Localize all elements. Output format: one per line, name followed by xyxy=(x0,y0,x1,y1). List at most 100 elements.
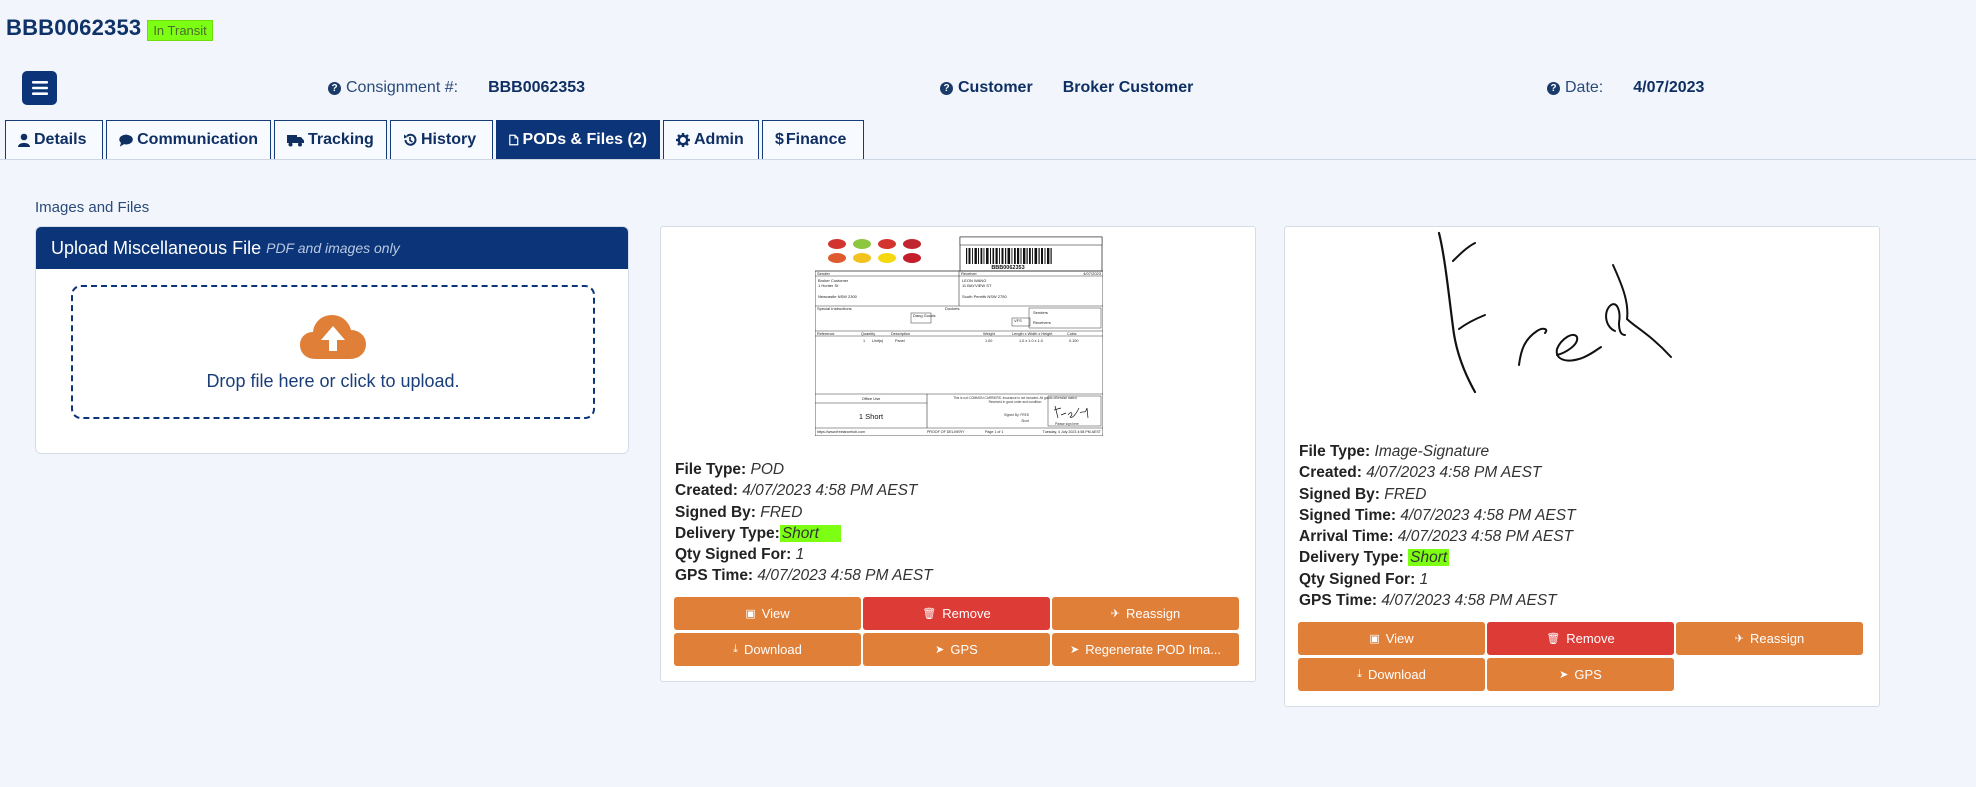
customer-value: Broker Customer xyxy=(1062,79,1194,96)
tab-history[interactable]: History xyxy=(390,120,493,160)
meta-label: GPS Time: xyxy=(1299,592,1378,610)
title-row: BBB0062353 In Transit xyxy=(6,14,213,41)
consignment-label: Consignment #: xyxy=(346,79,459,96)
menu-button[interactable] xyxy=(22,71,57,105)
cloud-upload-icon xyxy=(300,314,366,359)
location-arrow-icon: ➤ xyxy=(1559,669,1569,681)
button-label: Reassign xyxy=(1750,631,1805,646)
meta-value: Short xyxy=(779,524,841,542)
location-arrow-icon: ➤ xyxy=(935,644,945,656)
pod-dockets: Dockets xyxy=(945,306,959,311)
pod-senders: Senders xyxy=(1033,310,1048,315)
customer-info: ? Customer Broker Customer xyxy=(940,79,1193,97)
button-label: GPS xyxy=(1574,667,1602,682)
pod-row-qty: 1 xyxy=(863,339,865,343)
meta-value: FRED xyxy=(1384,485,1427,503)
reassign-button[interactable]: ✈ Reassign xyxy=(1676,622,1863,655)
pod-please-sign: Please sign here xyxy=(1055,422,1079,426)
download-button[interactable]: ⤓ Download xyxy=(674,633,861,666)
signature-image-thumbnail[interactable] xyxy=(1415,227,1735,429)
meta-label: Signed By: xyxy=(1299,485,1380,503)
pod-short-note: 1 Short xyxy=(859,412,884,421)
meta-signed-by: Signed By: FRED xyxy=(675,502,933,523)
tab-bar: Details Communication Tracking History P… xyxy=(5,120,867,160)
meta-value: 1 xyxy=(1419,570,1429,588)
hamburger-icon xyxy=(31,81,48,95)
truck-icon xyxy=(287,134,304,146)
download-button[interactable]: ⤓ Download xyxy=(1298,658,1485,691)
button-label: Regenerate POD Ima... xyxy=(1085,642,1222,657)
reassign-button[interactable]: ✈ Reassign xyxy=(1052,597,1239,630)
gps-button[interactable]: ➤ GPS xyxy=(1487,658,1674,691)
tab-tracking[interactable]: Tracking xyxy=(274,120,387,160)
remove-button[interactable]: 🗑 Remove xyxy=(1487,622,1674,655)
trash-icon: 🗑 xyxy=(1546,633,1561,645)
tab-details[interactable]: Details xyxy=(5,120,103,160)
pod-sender-street: 1 Hunter St xyxy=(818,283,839,288)
pod-terms-2: Received in good order and condition xyxy=(989,400,1042,404)
meta-arrival-time: Arrival Time: 4/07/2023 4:58 PM AEST xyxy=(1299,526,1576,547)
question-icon: ? xyxy=(940,81,953,95)
meta-value: POD xyxy=(750,461,785,478)
meta-file-type: File Type: Image-Signature xyxy=(1299,441,1576,462)
pod-col-weight: Weight xyxy=(983,332,996,336)
meta-label: File Type: xyxy=(1299,443,1371,460)
pod-col-cubic: Cubic xyxy=(1067,332,1077,336)
file-dropzone[interactable]: Drop file here or click to upload. xyxy=(71,285,595,419)
consignment-value: BBB0062353 xyxy=(488,79,586,96)
barcode-graphic xyxy=(966,248,1052,264)
history-icon xyxy=(404,133,417,146)
view-button[interactable]: ▣ View xyxy=(1298,622,1485,655)
gps-button[interactable]: ➤ GPS xyxy=(863,633,1050,666)
meta-value: 4/07/2023 4:58 PM AEST xyxy=(1400,506,1576,524)
dollar-icon: $ xyxy=(775,131,784,148)
meta-value: Short xyxy=(1408,549,1450,567)
pod-short: Short xyxy=(1021,419,1029,423)
tab-label: Tracking xyxy=(308,131,374,148)
pod-office-use: Office Use xyxy=(862,396,881,401)
pod-row-cubic: 0.100 xyxy=(1069,339,1079,343)
consignment-info: ? Consignment #: BBB0062353 xyxy=(328,79,585,97)
file-metadata: File Type: Image-Signature Created: 4/07… xyxy=(1299,441,1576,611)
pod-row-dims: 1.0 x 1.0 x 1.0 xyxy=(1019,339,1043,343)
pod-footer-site: https://www.freelancehub.com xyxy=(817,430,865,434)
tab-finance[interactable]: $ Finance xyxy=(762,120,864,160)
pod-col-quantity: Quantity xyxy=(861,332,875,336)
meta-created: Created: 4/07/2023 4:58 PM AEST xyxy=(1299,462,1576,483)
meta-created: Created: 4/07/2023 4:58 PM AEST xyxy=(675,480,933,501)
meta-label: Signed By: xyxy=(675,503,756,521)
download-icon: ⤓ xyxy=(1357,668,1363,680)
file-card-pod: BBB0062353 Sender Receiver 4/07/2023 Bro… xyxy=(660,226,1256,682)
tab-label: History xyxy=(421,131,477,148)
plane-icon: ✈ xyxy=(1734,633,1744,645)
upload-title: Upload Miscellaneous File xyxy=(51,237,262,258)
trash-icon: 🗑 xyxy=(922,608,937,620)
pod-document-thumbnail[interactable]: BBB0062353 Sender Receiver 4/07/2023 Bro… xyxy=(815,236,1103,436)
regenerate-pod-button[interactable]: ➤ Regenerate POD Ima... xyxy=(1052,633,1239,666)
button-label: View xyxy=(761,606,790,621)
question-icon: ? xyxy=(328,81,341,95)
meta-label: GPS Time: xyxy=(675,567,754,585)
download-icon: ⤓ xyxy=(733,643,739,655)
tab-pods-files[interactable]: PODs & Files (2) xyxy=(496,120,660,160)
pod-footer-page: Page 1 of 1 xyxy=(985,430,1003,434)
button-label: Reassign xyxy=(1126,606,1181,621)
meta-gps-time: GPS Time: 4/07/2023 4:58 PM AEST xyxy=(675,565,933,586)
section-label: Images and Files xyxy=(35,199,150,216)
meta-label: Arrival Time: xyxy=(1299,528,1394,546)
view-button[interactable]: ▣ View xyxy=(674,597,861,630)
button-label: Remove xyxy=(1566,631,1615,646)
meta-value: Image-Signature xyxy=(1374,443,1490,460)
pod-col-reference: Reference xyxy=(817,332,835,336)
tab-admin[interactable]: Admin xyxy=(663,120,759,160)
file-actions: ▣ View 🗑 Remove ✈ Reassign ⤓ Download ➤ GPS xyxy=(1298,622,1863,691)
remove-button[interactable]: 🗑 Remove xyxy=(863,597,1050,630)
meta-value: 4/07/2023 4:58 PM AEST xyxy=(742,482,918,500)
meta-qty: Qty Signed For: 1 xyxy=(675,544,933,565)
pod-dang-goods: Dang Goods xyxy=(913,313,935,318)
pod-date: 4/07/2023 xyxy=(1083,271,1102,276)
file-card-signature: File Type: Image-Signature Created: 4/07… xyxy=(1284,226,1880,707)
date-label: Date: xyxy=(1565,79,1604,96)
pod-receivers: Receivers xyxy=(1033,320,1051,325)
tab-communication[interactable]: Communication xyxy=(106,120,271,160)
